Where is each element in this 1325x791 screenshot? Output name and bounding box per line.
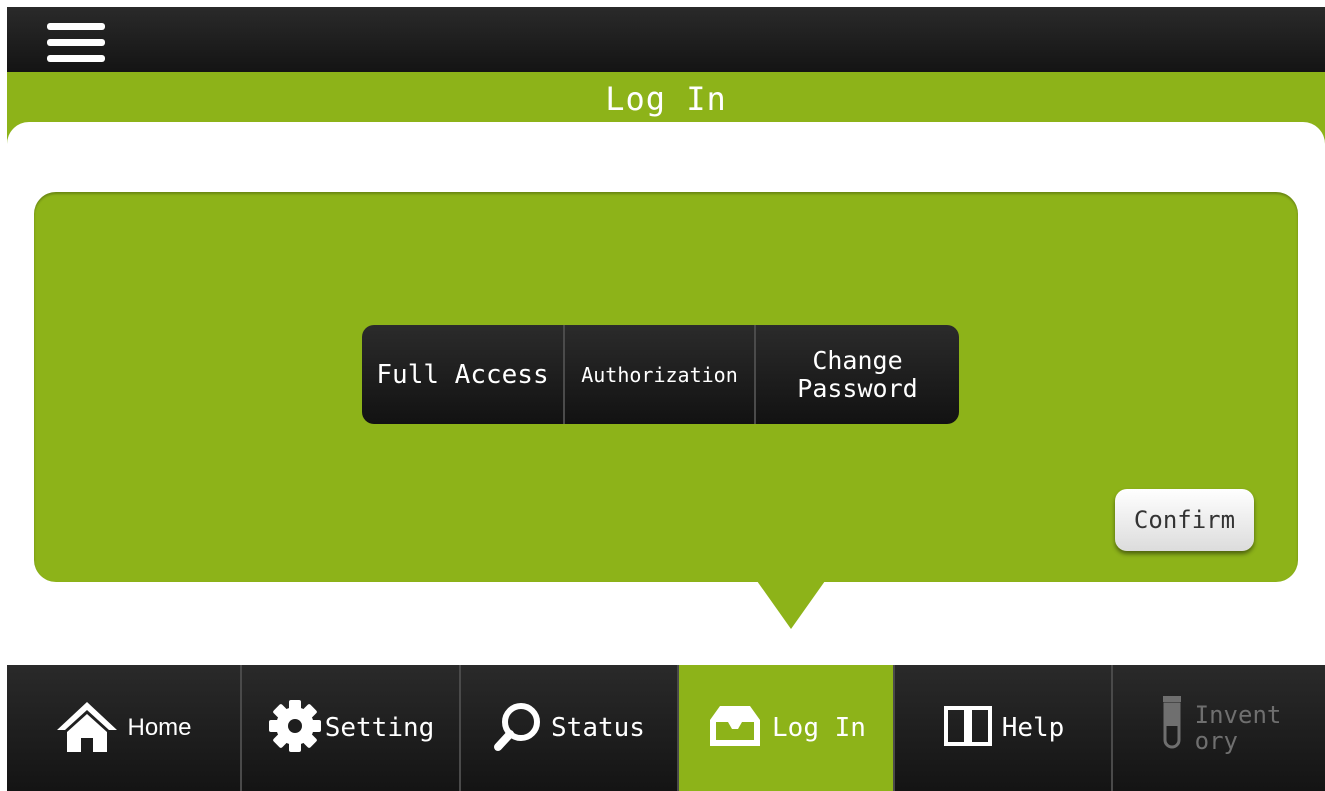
change-password-button[interactable]: Change Password bbox=[754, 325, 959, 424]
tab-inventory[interactable]: Invent ory bbox=[1111, 665, 1325, 791]
tab-status[interactable]: Status bbox=[459, 665, 677, 791]
tab-label: Log In bbox=[772, 713, 866, 743]
tab-home[interactable]: Home bbox=[7, 665, 240, 791]
page-title: Log In bbox=[605, 80, 727, 118]
authorization-button[interactable]: Authorization bbox=[563, 325, 754, 424]
gear-icon bbox=[267, 698, 323, 758]
tab-log-in[interactable]: Log In bbox=[677, 665, 893, 791]
tab-label: Invent ory bbox=[1194, 701, 1282, 755]
tab-label: Setting bbox=[324, 713, 435, 743]
home-icon bbox=[55, 698, 119, 758]
confirm-button[interactable]: Confirm bbox=[1115, 489, 1254, 551]
top-bar bbox=[7, 7, 1325, 72]
search-icon bbox=[493, 700, 543, 756]
tab-label: Help bbox=[1001, 713, 1065, 743]
test-tube-icon bbox=[1157, 694, 1187, 762]
book-icon bbox=[942, 704, 994, 752]
full-access-button[interactable]: Full Access bbox=[362, 325, 563, 424]
tab-setting[interactable]: Setting bbox=[240, 665, 459, 791]
inbox-icon bbox=[706, 702, 764, 754]
bottom-nav: Home Setting Status Log In Help Invent o… bbox=[7, 665, 1325, 791]
tab-label: Home bbox=[127, 714, 192, 741]
tab-help[interactable]: Help bbox=[893, 665, 1111, 791]
panel-pointer bbox=[757, 581, 825, 629]
hamburger-menu-icon[interactable] bbox=[47, 23, 105, 63]
access-level-selector: Full Access Authorization Change Passwor… bbox=[362, 325, 959, 424]
tab-label: Status bbox=[551, 713, 645, 743]
